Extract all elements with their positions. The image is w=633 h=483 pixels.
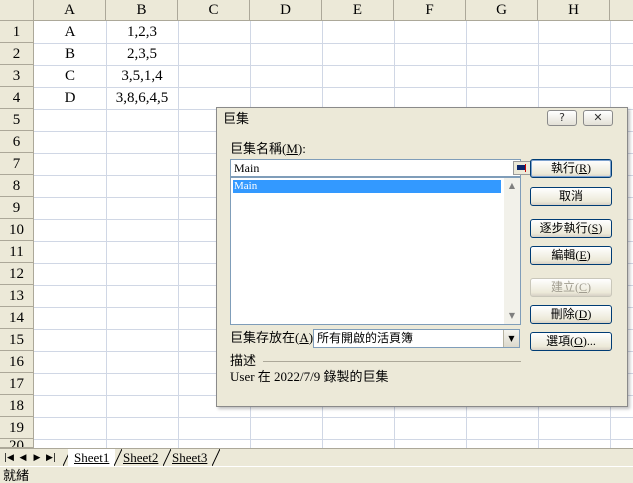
column-header-e[interactable]: E xyxy=(322,0,394,21)
last-sheet-icon[interactable]: ▶| xyxy=(44,450,58,466)
row-header-16[interactable]: 16 xyxy=(0,351,34,373)
macro-list-item-selected[interactable]: Main xyxy=(233,180,501,193)
gridline xyxy=(178,21,179,448)
edit-button[interactable]: 編輯(E) xyxy=(530,246,612,265)
gridline xyxy=(34,417,633,418)
cell-a1[interactable]: A xyxy=(34,21,106,43)
cancel-button[interactable]: 取消 xyxy=(530,187,612,206)
tab-sheet1[interactable]: Sheet1 xyxy=(68,449,116,466)
macros-in-select[interactable]: 所有開啟的活頁簿 ▼ xyxy=(313,329,520,348)
tab-sheet3[interactable]: Sheet3 xyxy=(166,449,213,466)
row-header-12[interactable]: 12 xyxy=(0,263,34,285)
prev-sheet-icon[interactable]: ◀ xyxy=(16,450,30,466)
cell-b3[interactable]: 3,5,1,4 xyxy=(106,65,178,87)
scroll-down-icon[interactable]: ▼ xyxy=(504,308,520,324)
dialog-title-bar[interactable]: 巨集 ? ✕ xyxy=(217,108,627,130)
row-header-17[interactable]: 17 xyxy=(0,373,34,395)
next-sheet-icon[interactable]: ▶ xyxy=(30,450,44,466)
help-icon[interactable]: ? xyxy=(547,110,577,126)
step-into-button[interactable]: 逐步執行(S) xyxy=(530,219,612,238)
row-header-7[interactable]: 7 xyxy=(0,153,34,175)
row-header-18[interactable]: 18 xyxy=(0,395,34,417)
row-header-15[interactable]: 15 xyxy=(0,329,34,351)
description-text: User 在 2022/7/9 錄製的巨集 xyxy=(230,369,389,384)
column-header-g[interactable]: G xyxy=(466,0,538,21)
row-header-2[interactable]: 2 xyxy=(0,43,34,65)
row-header-19[interactable]: 19 xyxy=(0,417,34,439)
macro-list[interactable]: Main ▲ ▼ xyxy=(230,177,521,325)
list-scrollbar[interactable]: ▲ ▼ xyxy=(504,178,520,324)
cell-b4[interactable]: 3,8,6,4,5 xyxy=(106,87,178,109)
row-header-4[interactable]: 4 xyxy=(0,87,34,109)
tab-slant-icon xyxy=(212,449,220,466)
tab-sheet2[interactable]: Sheet2 xyxy=(117,449,164,466)
macro-name-label: 巨集名稱(M): xyxy=(230,141,306,156)
cell-a3[interactable]: C xyxy=(34,65,106,87)
description-divider xyxy=(263,361,521,362)
status-bar: 就緒 xyxy=(0,466,633,483)
cell-a4[interactable]: D xyxy=(34,87,106,109)
row-header-14[interactable]: 14 xyxy=(0,307,34,329)
sheet-tab-bar: |◀ ◀ ▶ ▶| Sheet1 Sheet2 Sheet3 xyxy=(0,448,633,466)
column-header-h[interactable]: H xyxy=(538,0,610,21)
row-header-6[interactable]: 6 xyxy=(0,131,34,153)
column-header-f[interactable]: F xyxy=(394,0,466,21)
cell-b2[interactable]: 2,3,5 xyxy=(106,43,178,65)
select-all-corner[interactable] xyxy=(0,0,34,21)
column-header-i-partial[interactable] xyxy=(610,0,633,21)
row-header-1[interactable]: 1 xyxy=(0,21,34,43)
gridline xyxy=(34,439,633,440)
chevron-down-icon[interactable]: ▼ xyxy=(503,330,519,347)
column-header-a[interactable]: A xyxy=(34,0,106,21)
cell-b1[interactable]: 1,2,3 xyxy=(106,21,178,43)
macro-name-input[interactable]: Main xyxy=(230,159,533,177)
first-sheet-icon[interactable]: |◀ xyxy=(2,450,16,466)
cell-a2[interactable]: B xyxy=(34,43,106,65)
row-header-13[interactable]: 13 xyxy=(0,285,34,307)
delete-button[interactable]: 刪除(D) xyxy=(530,305,612,324)
dialog-title: 巨集 xyxy=(223,111,250,126)
run-button[interactable]: 執行(R) xyxy=(530,159,612,178)
description-label: 描述 xyxy=(230,353,257,368)
row-header-20[interactable]: 20 xyxy=(0,439,34,448)
status-text: 就緒 xyxy=(3,468,30,483)
close-icon[interactable]: ✕ xyxy=(583,110,613,126)
macros-in-label: 巨集存放在(A): xyxy=(230,330,317,345)
column-header-d[interactable]: D xyxy=(250,0,322,21)
row-header-8[interactable]: 8 xyxy=(0,175,34,197)
create-button[interactable]: 建立(C) xyxy=(530,278,612,297)
row-header-5[interactable]: 5 xyxy=(0,109,34,131)
scroll-up-icon[interactable]: ▲ xyxy=(504,178,520,194)
options-button[interactable]: 選項(O)... xyxy=(530,332,612,351)
row-header-9[interactable]: 9 xyxy=(0,197,34,219)
row-header-10[interactable]: 10 xyxy=(0,219,34,241)
column-header-b[interactable]: B xyxy=(106,0,178,21)
column-header-c[interactable]: C xyxy=(178,0,250,21)
row-header-11[interactable]: 11 xyxy=(0,241,34,263)
macro-dialog: 巨集 ? ✕ 巨集名稱(M): Main Main ▲ ▼ 巨集存放在(A): … xyxy=(216,107,628,407)
row-header-3[interactable]: 3 xyxy=(0,65,34,87)
